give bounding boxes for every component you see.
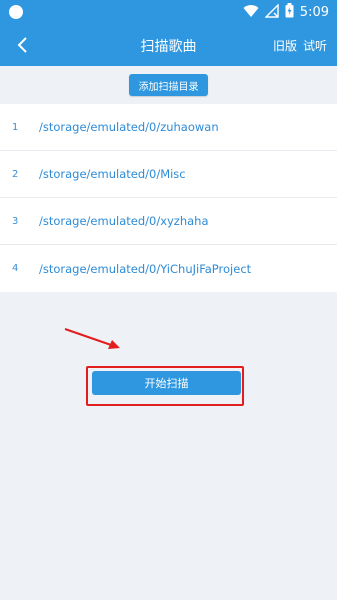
directory-row[interactable]: 4 /storage/emulated/0/YiChuJiFaProject (0, 245, 337, 292)
battery-charging-icon (285, 2, 294, 22)
directory-row[interactable]: 1 /storage/emulated/0/zuhaowan (0, 104, 337, 151)
add-scan-directory-button[interactable]: 添加扫描目录 (129, 74, 208, 96)
start-scan-button[interactable]: 开始扫描 (92, 371, 241, 395)
red-arrow-annotation-icon (64, 328, 120, 349)
directory-index: 3 (12, 215, 19, 227)
directory-path: /storage/emulated/0/xyzhaha (39, 214, 209, 228)
directory-path: /storage/emulated/0/YiChuJiFaProject (39, 261, 252, 276)
status-time: 5:09 (299, 4, 329, 20)
directory-row[interactable]: 2 /storage/emulated/0/Misc (0, 151, 337, 198)
old-version-button[interactable]: 旧版 (273, 37, 297, 54)
wifi-icon (243, 3, 259, 22)
header-actions: 旧版 试听 (273, 37, 327, 54)
status-bar: 5:09 (0, 0, 337, 24)
status-icons: 5:09 (243, 2, 329, 22)
directory-row[interactable]: 3 /storage/emulated/0/xyzhaha (0, 198, 337, 245)
directory-path: /storage/emulated/0/Misc (39, 167, 186, 181)
directory-index: 4 (12, 263, 19, 274)
header-bar: 扫描歌曲 旧版 试听 (0, 24, 337, 66)
directory-list: 1 /storage/emulated/0/zuhaowan 2 /storag… (0, 104, 337, 292)
directory-index: 1 (12, 121, 19, 133)
preview-listen-button[interactable]: 试听 (303, 37, 327, 54)
status-circle-icon (9, 5, 23, 19)
directory-index: 2 (12, 168, 19, 180)
directory-path: /storage/emulated/0/zuhaowan (39, 120, 219, 134)
no-signal-icon (264, 2, 279, 22)
